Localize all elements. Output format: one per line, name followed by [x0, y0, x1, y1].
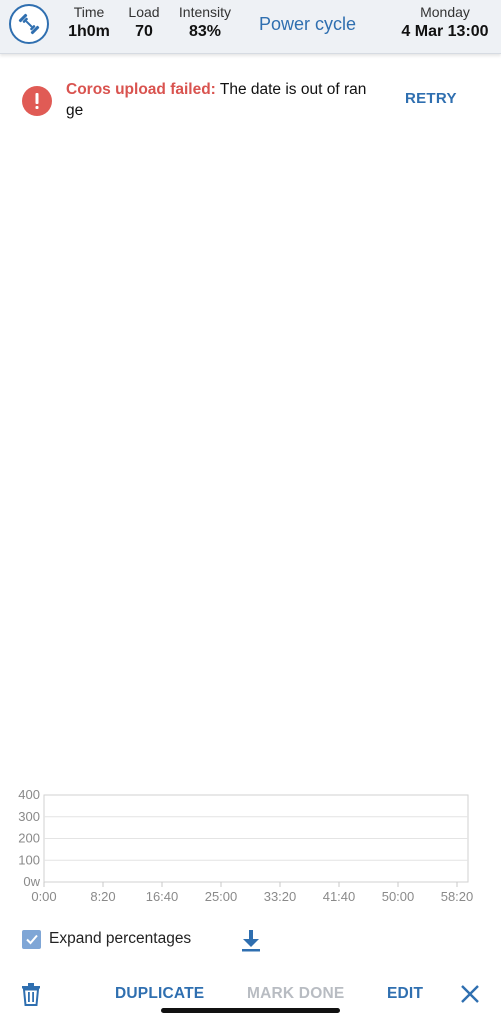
mark-done-button[interactable]: MARK DONE: [247, 985, 344, 1003]
stat-time-value: 1h0m: [68, 23, 110, 40]
exclamation-icon: [22, 86, 52, 116]
workout-date: Monday 4 Mar 13:00: [399, 5, 491, 42]
chart-x-tick-label: 50:00: [382, 889, 415, 904]
chart-y-tick-label: 0w: [23, 874, 40, 889]
stat-intensity: Intensity 83%: [175, 5, 235, 42]
power-chart: 0w 100 200 300 400 0:00 8:20 16:40 25:00 33:20 41:…: [0, 780, 501, 910]
chart-x-tick-label: 8:20: [90, 889, 115, 904]
stat-time: Time 1h0m: [67, 5, 111, 42]
chart-x-tick-label: 33:20: [264, 889, 297, 904]
workout-header: Time 1h0m Load 70 Intensity 83% Power cy…: [0, 0, 501, 54]
expand-percentages-option[interactable]: Expand percentages: [22, 928, 191, 950]
chart-x-tick-label: 16:40: [146, 889, 179, 904]
chart-x-tick-label: 0:00: [31, 889, 56, 904]
checkmark-icon: [25, 934, 38, 945]
workout-datetime: 4 Mar 13:00: [401, 23, 489, 40]
expand-percentages-label: Expand percentages: [49, 930, 192, 947]
edit-button[interactable]: EDIT: [387, 985, 423, 1003]
dumbbell-icon[interactable]: [9, 4, 49, 44]
stat-load-value: 70: [135, 23, 153, 40]
download-icon[interactable]: [240, 928, 262, 952]
chart-x-tick-label: 25:00: [205, 889, 238, 904]
chart-y-tick-label: 100: [18, 852, 40, 867]
expand-percentages-checkbox[interactable]: [22, 929, 41, 949]
workout-day: Monday: [420, 4, 470, 20]
home-indicator[interactable]: [161, 1008, 340, 1013]
action-bar: DUPLICATE MARK DONE EDIT: [0, 978, 501, 1012]
close-icon[interactable]: [460, 984, 480, 1004]
stat-load: Load 70: [126, 5, 162, 42]
chart-y-tick-label: 300: [18, 809, 40, 824]
stat-intensity-label: Intensity: [178, 4, 232, 20]
chart-x-tick-label: 58:20: [441, 889, 474, 904]
stat-time-label: Time: [73, 4, 105, 20]
upload-error-message: Coros upload failed: The date is out of …: [66, 79, 371, 121]
workout-title[interactable]: Power cycle: [259, 14, 356, 35]
chart-x-tick-label: 41:40: [323, 889, 356, 904]
power-chart-svg: 0w 100 200 300 400 0:00 8:20 16:40 25:00 33:20 41:…: [18, 787, 474, 904]
chart-y-tick-label: 200: [18, 831, 40, 846]
stat-intensity-value: 83%: [188, 23, 222, 40]
chart-y-tick-label: 400: [18, 787, 40, 802]
trash-icon[interactable]: [20, 982, 42, 1006]
retry-button[interactable]: RETRY: [405, 90, 457, 107]
stat-load-label: Load: [128, 4, 160, 20]
duplicate-button[interactable]: DUPLICATE: [115, 985, 204, 1003]
upload-error-title: Coros upload failed:: [66, 81, 216, 98]
